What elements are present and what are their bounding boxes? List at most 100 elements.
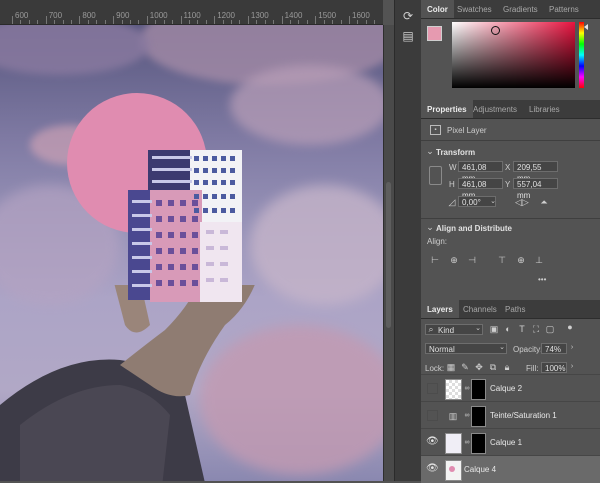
- building-image: [128, 150, 242, 302]
- link-dimensions-button[interactable]: [429, 166, 442, 185]
- flip-vertical-icon[interactable]: ⏶: [539, 197, 549, 207]
- align-label: Align:: [427, 237, 447, 246]
- filter-adjustment-icon[interactable]: ◐: [503, 324, 513, 334]
- tab-layers[interactable]: Layers: [421, 300, 459, 318]
- align-bottom-icon[interactable]: ⊥: [534, 255, 544, 265]
- eye-icon[interactable]: 👁︎: [426, 436, 438, 448]
- align-center-v-icon[interactable]: ⊕: [516, 255, 526, 265]
- ruler-minor-tick: [29, 20, 30, 24]
- layer-mask-thumbnail[interactable]: [471, 433, 486, 454]
- x-field[interactable]: 209,55 mm: [513, 161, 558, 172]
- hue-slider-handle[interactable]: [584, 24, 588, 30]
- foreground-color-swatch[interactable]: [427, 26, 442, 41]
- layer-mask-thumbnail[interactable]: [471, 406, 486, 427]
- layer-thumbnail: [445, 379, 462, 400]
- color-picker-marker[interactable]: [491, 26, 500, 35]
- hue-slider[interactable]: [579, 22, 584, 88]
- scrollbar-thumb[interactable]: [386, 182, 391, 328]
- angle-icon: ◿: [447, 197, 457, 207]
- y-field[interactable]: 557,04 mm: [513, 178, 558, 189]
- ruler-minor-tick: [223, 20, 224, 24]
- opacity-label: Opacity:: [513, 345, 542, 354]
- layer-mask-thumbnail[interactable]: [471, 379, 486, 400]
- visibility-toggle[interactable]: [427, 410, 438, 421]
- ruler-minor-tick: [197, 20, 198, 24]
- lock-transparent-icon[interactable]: ▦: [446, 362, 456, 372]
- chevron-right-icon[interactable]: ›: [567, 362, 577, 372]
- lock-pixels-icon[interactable]: ✎: [460, 362, 470, 372]
- filter-pixel-icon[interactable]: ▣: [489, 324, 499, 334]
- blend-mode-select[interactable]: Normal: [425, 343, 507, 354]
- ruler-minor-tick: [324, 20, 325, 24]
- filter-shape-icon[interactable]: ⛶: [531, 324, 541, 334]
- pixel-layer-icon: ▪: [430, 125, 441, 135]
- tab-libraries[interactable]: Libraries: [523, 100, 566, 118]
- tab-channels[interactable]: Channels: [457, 300, 503, 318]
- lock-label: Lock:: [425, 364, 444, 373]
- color-field[interactable]: [452, 22, 575, 88]
- lock-artboard-icon[interactable]: ⧉: [488, 362, 498, 372]
- document-canvas[interactable]: [0, 25, 383, 481]
- eye-icon[interactable]: 👁︎: [426, 463, 438, 475]
- ruler-minor-tick: [105, 20, 106, 24]
- ruler-tick: [349, 16, 350, 24]
- width-field[interactable]: 461,08 mm: [458, 161, 503, 172]
- flip-horizontal-icon[interactable]: ◁▷: [515, 197, 525, 207]
- adjustment-layer-icon: ▥: [448, 411, 458, 421]
- layer-name[interactable]: Calque 2: [490, 384, 522, 393]
- ruler-label: 600: [15, 11, 28, 20]
- height-field[interactable]: 461,08 mm: [458, 178, 503, 189]
- tab-adjustments[interactable]: Adjustments: [467, 100, 523, 118]
- ruler-tick: [315, 16, 316, 24]
- ruler-minor-tick: [273, 20, 274, 24]
- pink-circle-thumb: [449, 466, 455, 472]
- fill-label: Fill:: [526, 364, 538, 373]
- tab-swatches[interactable]: Swatches: [451, 0, 498, 18]
- ruler-label: 1400: [285, 11, 303, 20]
- ruler-minor-tick: [290, 20, 291, 24]
- history-icon[interactable]: ⟳: [402, 10, 414, 22]
- lock-position-icon[interactable]: ✥: [474, 362, 484, 372]
- align-left-icon[interactable]: ⊢: [430, 255, 440, 265]
- y-label: Y: [505, 180, 510, 189]
- align-right-icon[interactable]: ⊣: [467, 255, 477, 265]
- ruler-tick: [46, 16, 47, 24]
- visibility-toggle[interactable]: [427, 383, 438, 394]
- ruler-minor-tick: [88, 20, 89, 24]
- properties-panel-tabs: Properties Adjustments Libraries: [421, 100, 600, 119]
- layer-name[interactable]: Calque 1: [490, 438, 522, 447]
- lock-all-icon[interactable]: 🔒︎: [502, 362, 512, 372]
- chevron-down-icon[interactable]: ⌄: [488, 197, 498, 207]
- more-options-icon[interactable]: •••: [538, 275, 546, 284]
- filter-smart-object-icon[interactable]: ▢: [545, 324, 555, 334]
- ruler-tick: [181, 16, 182, 24]
- filter-toggle-icon[interactable]: ●: [565, 322, 575, 332]
- layer-row[interactable]: 👁︎ ∞ Calque 1: [421, 428, 600, 456]
- color-panel-tabs: Color Swatches Gradients Patterns: [421, 0, 600, 19]
- layer-name[interactable]: Teinte/Saturation 1: [490, 411, 557, 420]
- opacity-field[interactable]: 74%: [541, 343, 567, 354]
- ruler-minor-tick: [172, 20, 173, 24]
- layer-name[interactable]: Calque 4: [464, 465, 496, 474]
- tab-patterns[interactable]: Patterns: [543, 0, 585, 18]
- tab-properties[interactable]: Properties: [421, 100, 473, 118]
- ruler-label: 700: [49, 11, 62, 20]
- layer-row-selected[interactable]: 👁︎ Calque 4: [421, 455, 600, 483]
- right-panels: Color Swatches Gradients Patterns Proper…: [421, 0, 600, 481]
- layer-row[interactable]: ▥ ∞ Teinte/Saturation 1: [421, 401, 600, 429]
- align-top-icon[interactable]: ⊤: [497, 255, 507, 265]
- ruler-tick: [113, 16, 114, 24]
- chevron-right-icon[interactable]: ›: [567, 343, 577, 353]
- filter-type-icon[interactable]: T: [517, 324, 527, 334]
- tab-paths[interactable]: Paths: [499, 300, 531, 318]
- comment-icon[interactable]: ▤: [402, 30, 414, 42]
- fill-field[interactable]: 100%: [541, 362, 567, 373]
- cloud-shape: [250, 185, 383, 305]
- tab-color[interactable]: Color: [421, 0, 454, 18]
- ruler-label: 1000: [150, 11, 168, 20]
- chevron-down-icon[interactable]: ⌄: [425, 222, 435, 232]
- layer-row[interactable]: ∞ Calque 2: [421, 374, 600, 402]
- tab-gradients[interactable]: Gradients: [497, 0, 544, 18]
- align-center-h-icon[interactable]: ⊕: [449, 255, 459, 265]
- chevron-down-icon[interactable]: ⌄: [425, 146, 435, 156]
